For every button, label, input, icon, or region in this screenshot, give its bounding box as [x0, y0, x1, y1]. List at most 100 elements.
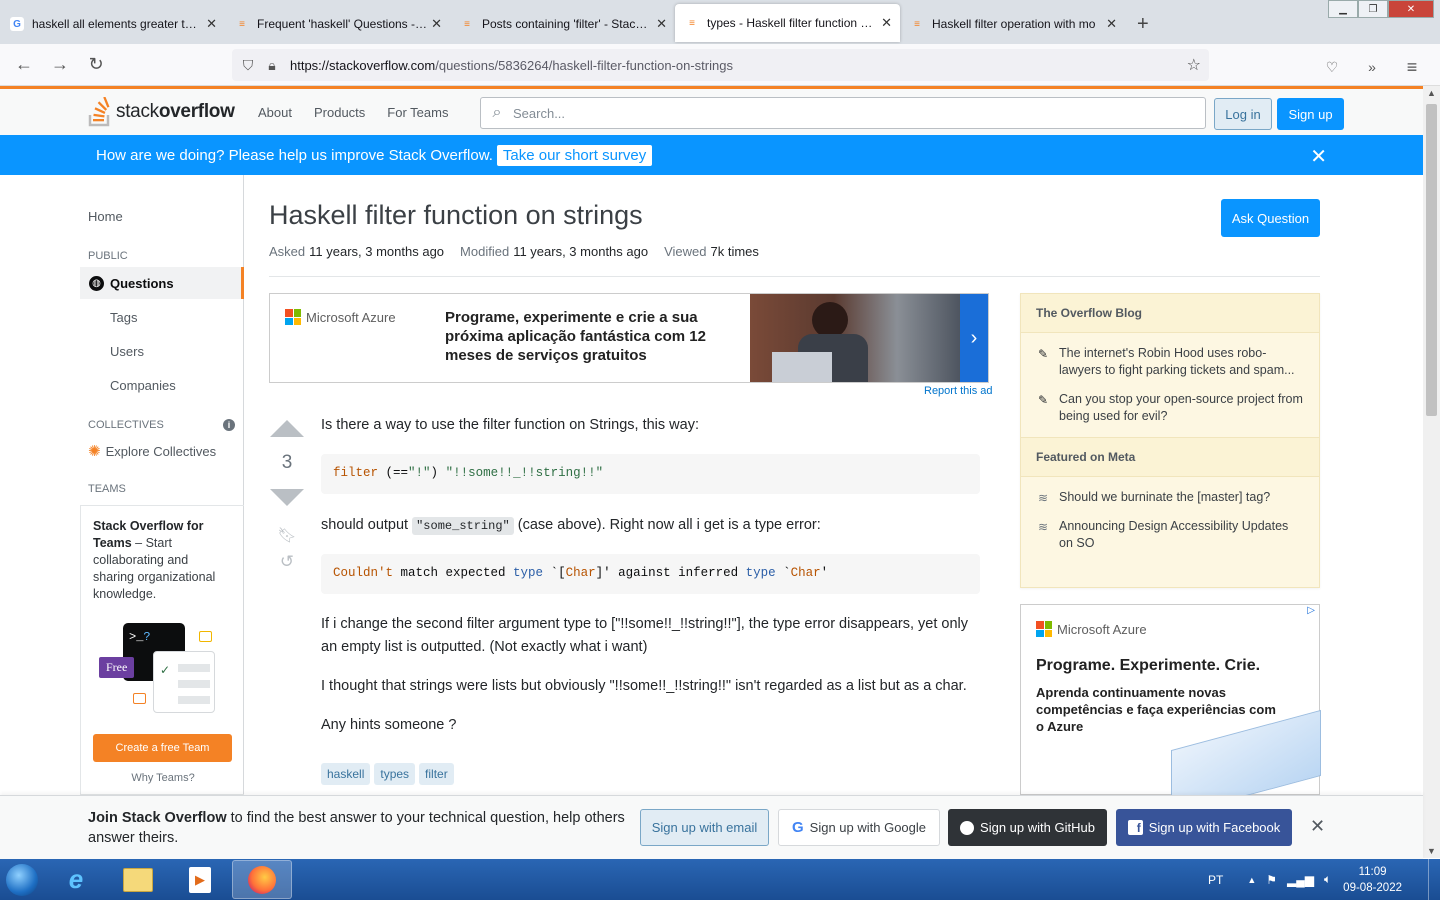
internet-explorer-icon[interactable]: e	[46, 860, 106, 899]
question-meta: Asked 11 years, 3 months ago Modified 11 y…	[269, 244, 759, 259]
tab-5[interactable]: ≡ Haskell filter operation with mo ✕	[900, 4, 1125, 44]
ad-sidebar[interactable]: Microsoft Azure Programe. Experimente. C…	[1020, 604, 1321, 817]
tag-haskell[interactable]: haskell	[321, 763, 371, 785]
address-bar[interactable]: ⛉ 🔒︎ https://stackoverflow.com/questions…	[232, 49, 1209, 81]
pocket-icon[interactable]: ♡	[1314, 49, 1350, 85]
meta-item[interactable]: ≋ Should we burninate the [master] tag?	[1021, 483, 1319, 512]
post-tags: haskell types filter	[321, 763, 454, 785]
action-center-icon[interactable]: ⚑	[1266, 873, 1277, 887]
upvote-icon[interactable]	[270, 420, 304, 437]
close-tab-icon[interactable]: ✕	[1106, 16, 1117, 32]
show-hidden-icons-icon[interactable]: ▲	[1247, 875, 1256, 885]
extensions-icon[interactable]: »	[1354, 49, 1390, 85]
join-banner: Join Stack Overflow to find the best ans…	[0, 795, 1423, 859]
tab-1[interactable]: Ghaskell all elements greater than ✕	[0, 4, 225, 44]
nav-products[interactable]: Products	[303, 99, 376, 126]
ad-banner-top[interactable]: Microsoft Azure Programe, experimente e …	[269, 293, 989, 383]
close-tab-icon[interactable]: ✕	[656, 16, 667, 32]
forward-icon[interactable]: →	[42, 47, 78, 83]
nav-about[interactable]: About	[247, 99, 303, 126]
code-block: Couldn't match expected type `[Char]' ag…	[321, 554, 980, 594]
bookmark-star-icon[interactable]: ☆	[1187, 55, 1201, 75]
info-icon[interactable]: i	[223, 419, 235, 431]
reload-icon[interactable]: ↻	[78, 47, 114, 83]
search-icon: ⌕	[492, 104, 502, 121]
lock-icon[interactable]: 🔒︎	[260, 57, 284, 74]
stackoverflow-logo-icon	[88, 97, 110, 127]
sidebar-section-public: PUBLIC	[88, 250, 128, 262]
nav-for-teams[interactable]: For Teams	[376, 99, 459, 126]
history-icon[interactable]: ↺	[270, 552, 304, 572]
microsoft-azure-logo: Microsoft Azure	[1036, 621, 1147, 637]
signup-email-button[interactable]: Sign up with email	[640, 809, 769, 846]
google-icon: G	[791, 819, 804, 836]
inline-code: "some_string"	[412, 517, 514, 535]
stackoverflow-logo[interactable]: stackoverflow	[88, 97, 235, 127]
survey-button[interactable]: Take our short survey	[496, 144, 653, 166]
report-ad-link[interactable]: Report this ad	[924, 385, 992, 397]
show-desktop-button[interactable]	[1428, 859, 1440, 900]
blog-item[interactable]: ✎ The internet's Robin Hood uses robo-law…	[1021, 339, 1319, 385]
tag-filter[interactable]: filter	[419, 763, 454, 785]
clock[interactable]: 11:09 09-08-2022	[1343, 864, 1402, 896]
tab-3[interactable]: ≡ Posts containing 'filter' - Stack Ov ✕	[450, 4, 675, 44]
why-teams-link[interactable]: Why Teams?	[81, 770, 245, 787]
close-tab-icon[interactable]: ✕	[881, 15, 892, 31]
sidebar-section-teams: TEAMS	[88, 483, 126, 495]
modified-date[interactable]: 11 years, 3 months ago	[513, 244, 648, 259]
sidebar-item-companies[interactable]: Companies	[110, 378, 176, 393]
post-paragraph: Is there a way to use the filter functio…	[321, 417, 699, 433]
close-icon[interactable]: ✕	[1310, 144, 1327, 169]
login-button[interactable]: Log in	[1214, 98, 1272, 130]
search-input[interactable]: ⌕ Search...	[480, 97, 1206, 129]
scrollbar-thumb[interactable]	[1426, 104, 1437, 416]
meta-header: Featured on Meta	[1021, 437, 1319, 477]
chevron-right-icon[interactable]: ›	[960, 294, 988, 382]
media-player-icon[interactable]: ▶	[170, 860, 230, 899]
sidebar-item-users[interactable]: Users	[110, 344, 144, 359]
sidebar-item-home[interactable]: Home	[88, 209, 123, 224]
start-button[interactable]	[0, 859, 44, 900]
signup-facebook-button[interactable]: f Sign up with Facebook	[1116, 809, 1292, 846]
language-indicator[interactable]: PT	[1208, 873, 1223, 887]
ask-question-button[interactable]: Ask Question	[1221, 199, 1320, 237]
close-icon[interactable]: ✕	[1310, 816, 1325, 837]
adchoices-icon[interactable]: ▷	[1307, 605, 1315, 616]
restore-icon[interactable]: ❐	[1358, 0, 1388, 18]
adchoices-icon[interactable]: ▷	[981, 293, 988, 304]
back-icon[interactable]: ←	[6, 47, 42, 83]
sidebar-item-explore-collectives[interactable]: ✺ Explore Collectives	[88, 442, 216, 460]
scroll-down-icon[interactable]: ▼	[1427, 846, 1436, 856]
window-close-icon[interactable]: ✕	[1388, 0, 1434, 18]
firefox-icon[interactable]	[232, 860, 292, 899]
vote-count: 3	[281, 452, 293, 473]
shield-icon[interactable]: ⛉	[236, 57, 260, 74]
file-explorer-icon[interactable]	[108, 860, 168, 899]
volume-icon[interactable]: 🔈︎	[1324, 872, 1331, 887]
signup-google-button[interactable]: G Sign up with Google	[778, 809, 940, 846]
ad-headline: Programe. Experimente. Crie.	[1036, 657, 1261, 674]
blog-item[interactable]: ✎ Can you stop your open-source project f…	[1021, 385, 1319, 431]
downvote-icon[interactable]	[270, 489, 304, 506]
meta-item[interactable]: ≋ Announcing Design Accessibility Updates…	[1021, 512, 1319, 558]
menu-icon[interactable]: ≡	[1394, 49, 1430, 85]
scroll-up-icon[interactable]: ▲	[1427, 88, 1436, 98]
minimize-icon[interactable]: ▁	[1328, 0, 1358, 18]
checklist-icon: ✓	[153, 651, 215, 713]
page-scrollbar[interactable]: ▲ ▼	[1423, 86, 1440, 858]
close-tab-icon[interactable]: ✕	[206, 16, 217, 32]
network-icon[interactable]: ▂▄▆	[1287, 873, 1314, 887]
new-tab-button[interactable]: +	[1125, 4, 1161, 44]
sidebar-item-tags[interactable]: Tags	[110, 310, 137, 325]
tab-2[interactable]: ≡Frequent 'haskell' Questions - Page✕	[225, 4, 450, 44]
blog-header: The Overflow Blog	[1021, 294, 1319, 333]
signup-github-button[interactable]: Sign up with GitHub	[948, 809, 1107, 846]
close-tab-icon[interactable]: ✕	[431, 16, 442, 32]
create-team-button[interactable]: Create a free Team	[93, 734, 232, 762]
bookmark-icon[interactable]: 🔖︎	[270, 526, 304, 544]
signup-button[interactable]: Sign up	[1277, 98, 1344, 130]
tag-types[interactable]: types	[374, 763, 416, 785]
page-title[interactable]: Haskell filter function on strings	[269, 200, 643, 231]
sidebar-item-questions[interactable]: ◍ Questions	[80, 267, 244, 299]
tab-active[interactable]: ≡ types - Haskell filter function on st ✕	[675, 4, 900, 42]
